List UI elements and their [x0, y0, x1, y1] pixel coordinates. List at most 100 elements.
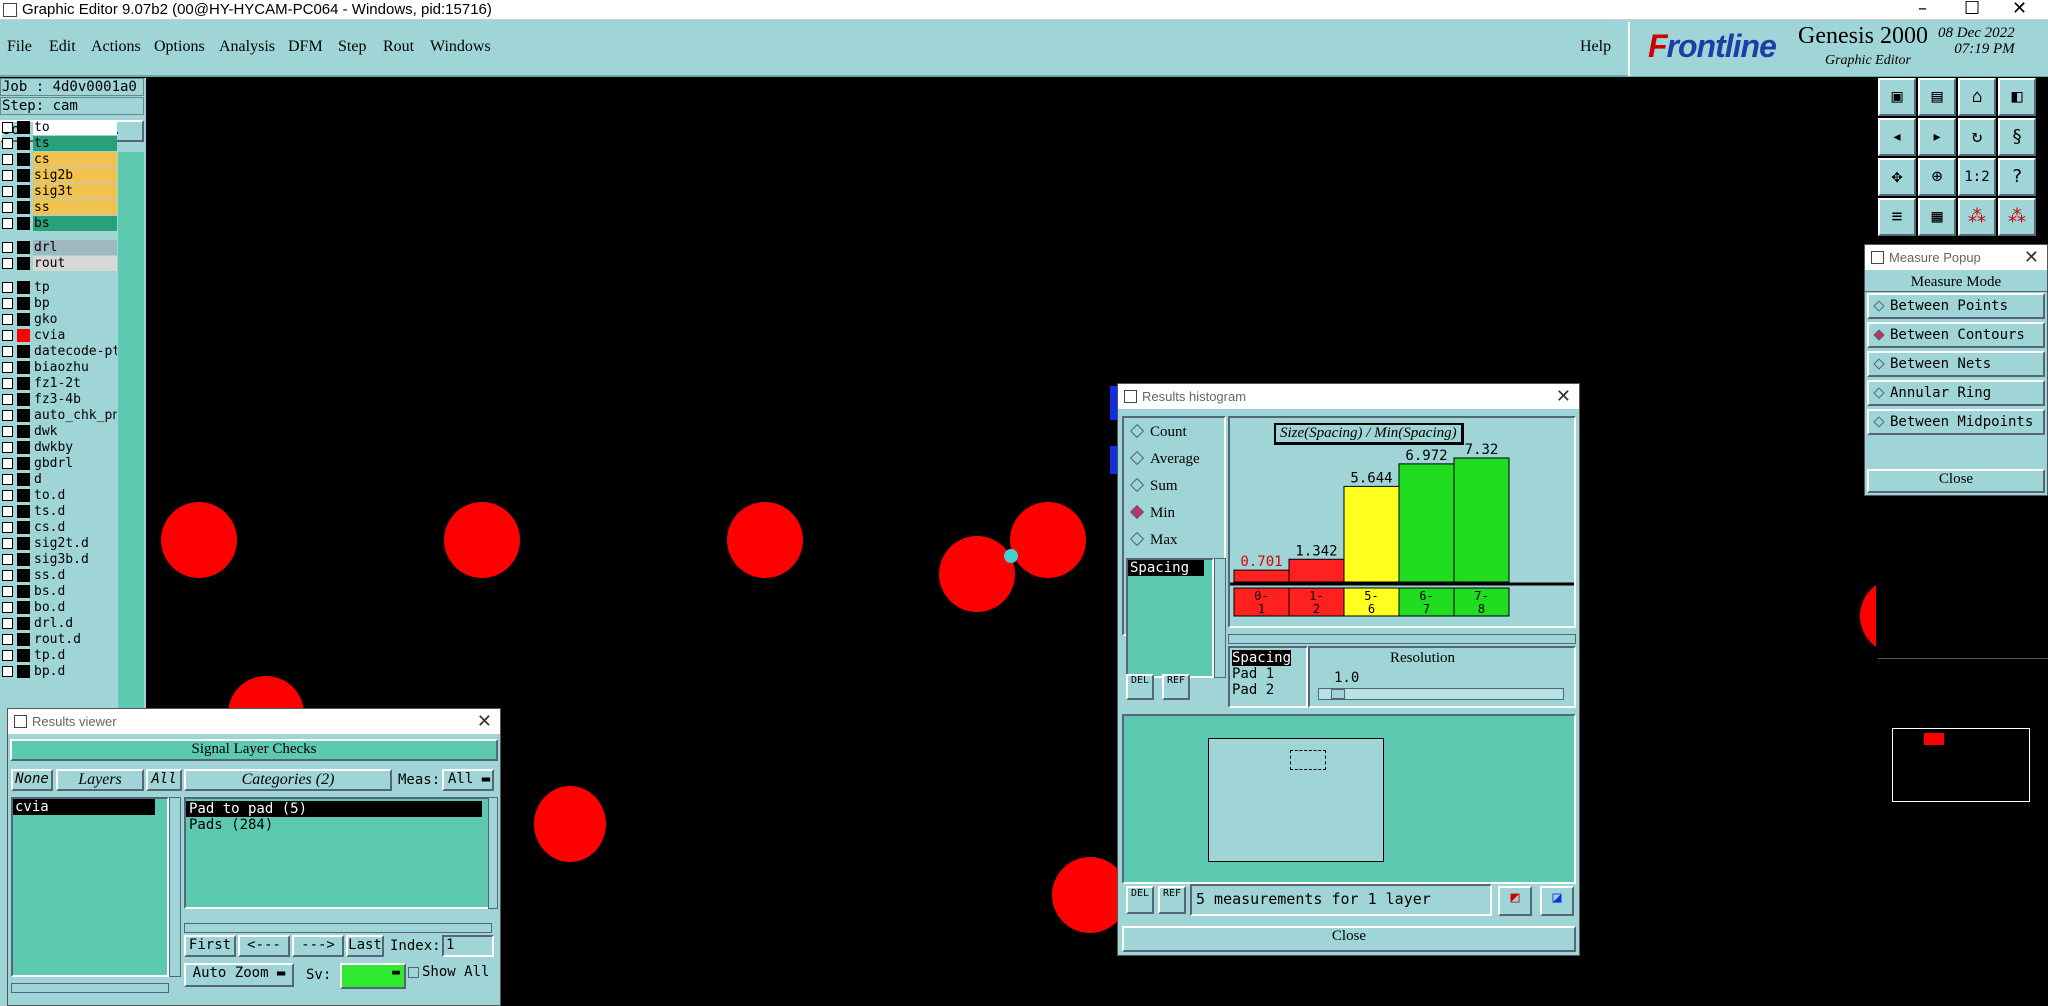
measure-option[interactable]: Between Midpoints: [1867, 409, 2045, 435]
layer-name[interactable]: ts.d: [33, 504, 117, 519]
layer-row[interactable]: sig2b: [0, 168, 118, 183]
layer-checkbox[interactable]: [2, 538, 13, 549]
layer-checkbox[interactable]: [2, 650, 13, 661]
layer-name[interactable]: bp.d: [33, 664, 117, 679]
layer-name[interactable]: bs: [33, 216, 117, 231]
category-item[interactable]: Pad to pad (5): [186, 801, 482, 817]
layer-row[interactable]: rout.d: [0, 632, 118, 647]
layer-name[interactable]: gbdrl: [33, 456, 117, 471]
layer-name[interactable]: rout.d: [33, 632, 117, 647]
layer-checkbox[interactable]: [2, 346, 13, 357]
layer-name[interactable]: cs: [33, 152, 117, 167]
histogram-bar[interactable]: [1398, 463, 1455, 583]
categories-button[interactable]: Categories (2): [184, 769, 392, 791]
layer-row[interactable]: sig3b.d: [0, 552, 118, 567]
histogram-bar[interactable]: [1233, 569, 1290, 583]
auto-zoom-select[interactable]: Auto Zoom ▬: [184, 963, 294, 987]
layer-checkbox[interactable]: [2, 202, 13, 213]
layer-name[interactable]: d: [33, 472, 117, 487]
stat-radio-max[interactable]: Max: [1129, 531, 1178, 549]
zoom-prev-icon[interactable]: ◩: [1498, 886, 1532, 916]
category-scrollbar[interactable]: [488, 797, 498, 909]
layer-compare-icon[interactable]: ⁂: [1958, 198, 1996, 236]
layer-row[interactable]: cs.d: [0, 520, 118, 535]
layer-row[interactable]: tp.d: [0, 648, 118, 663]
histogram-close-button[interactable]: Close: [1122, 926, 1576, 952]
layer-row[interactable]: rout: [0, 256, 118, 271]
zoom-in-icon[interactable]: ▤: [1918, 78, 1956, 116]
snap-icon[interactable]: §: [1998, 118, 2036, 156]
layer-row[interactable]: bs.d: [0, 584, 118, 599]
layer-checkbox[interactable]: [2, 426, 13, 437]
layer-name[interactable]: ss: [33, 200, 117, 215]
pan-left-icon[interactable]: ◂: [1878, 118, 1916, 156]
layer-row[interactable]: sig2t.d: [0, 536, 118, 551]
layers-button[interactable]: Layers: [56, 769, 144, 791]
prev-button[interactable]: <---: [238, 935, 290, 957]
layer-row[interactable]: sig3t: [0, 184, 118, 199]
layer-hscrollbar[interactable]: [11, 983, 169, 993]
results-close-icon[interactable]: ✕: [477, 709, 492, 734]
layer-row[interactable]: to.d: [0, 488, 118, 503]
layer-row[interactable]: drl: [0, 240, 118, 255]
measure-option[interactable]: Between Points: [1867, 293, 2045, 319]
histogram-close-icon[interactable]: ✕: [1556, 384, 1571, 409]
last-button[interactable]: Last: [346, 935, 384, 957]
index-input[interactable]: 1: [442, 935, 494, 957]
layer-name[interactable]: tp.d: [33, 648, 117, 663]
menu-actions[interactable]: Actions: [91, 38, 141, 56]
menu-dfm[interactable]: DFM: [288, 38, 323, 56]
layer-name[interactable]: dwk: [33, 424, 117, 439]
resolution-slider[interactable]: [1318, 688, 1564, 700]
layer-row[interactable]: gbdrl: [0, 456, 118, 471]
layer-checkbox[interactable]: [2, 242, 13, 253]
zoom-home-icon[interactable]: ▣: [1878, 78, 1916, 116]
menu-analysis[interactable]: Analysis: [219, 38, 275, 56]
del-button[interactable]: DEL: [1126, 674, 1154, 700]
layer-name[interactable]: sig3b.d: [33, 552, 117, 567]
layer-name[interactable]: tp: [33, 280, 117, 295]
del-button-2[interactable]: DEL: [1126, 886, 1154, 914]
next-button[interactable]: --->: [292, 935, 344, 957]
layer-checkbox[interactable]: [2, 122, 13, 133]
layer-row[interactable]: dwk: [0, 424, 118, 439]
layer-row[interactable]: bp: [0, 296, 118, 311]
layer-checkbox[interactable]: [2, 362, 13, 373]
close-button[interactable]: ✕: [2012, 0, 2027, 19]
layer-row[interactable]: cvia: [0, 328, 118, 343]
field-item[interactable]: Spacing: [1128, 560, 1204, 576]
ref-button[interactable]: REF: [1162, 674, 1190, 700]
redraw-icon[interactable]: ↻: [1958, 118, 1996, 156]
layer-checkbox[interactable]: [2, 506, 13, 517]
layer-row[interactable]: ss: [0, 200, 118, 215]
layer-row[interactable]: tp: [0, 280, 118, 295]
measure-list-item[interactable]: Pad 2: [1230, 682, 1306, 698]
layer-checkbox[interactable]: [2, 522, 13, 533]
layer-checkbox[interactable]: [2, 330, 13, 341]
layer-row[interactable]: dwkby: [0, 440, 118, 455]
home-icon[interactable]: ⌂: [1958, 78, 1996, 116]
layer-name[interactable]: to.d: [33, 488, 117, 503]
measure-option[interactable]: Between Contours: [1867, 322, 2045, 348]
layer-name[interactable]: ts: [33, 136, 117, 151]
layer-name[interactable]: fz3-4b: [33, 392, 117, 407]
measure-close-icon[interactable]: ✕: [2024, 245, 2039, 270]
layer-checkbox[interactable]: [2, 586, 13, 597]
layer-name[interactable]: bo.d: [33, 600, 117, 615]
layer-checkbox[interactable]: [2, 258, 13, 269]
layer-row[interactable]: bo.d: [0, 600, 118, 615]
layer-checkbox[interactable]: [2, 474, 13, 485]
center-icon[interactable]: ⊕: [1918, 158, 1956, 196]
menu-file[interactable]: File: [7, 38, 32, 56]
layer-name[interactable]: datecode-pt: [33, 344, 117, 359]
maximize-button[interactable]: ☐: [1964, 0, 1980, 19]
layer-name[interactable]: fz1-2t: [33, 376, 117, 391]
layer-checkbox[interactable]: [2, 218, 13, 229]
histogram-bar[interactable]: [1453, 457, 1510, 583]
meas-select[interactable]: All ▬: [442, 769, 494, 791]
layer-checkbox[interactable]: [2, 282, 13, 293]
field-list[interactable]: Spacing: [1126, 558, 1214, 678]
layer-list-scrollbar[interactable]: [169, 797, 181, 977]
layer-row[interactable]: d: [0, 472, 118, 487]
layer-name[interactable]: sig2b: [33, 168, 117, 183]
